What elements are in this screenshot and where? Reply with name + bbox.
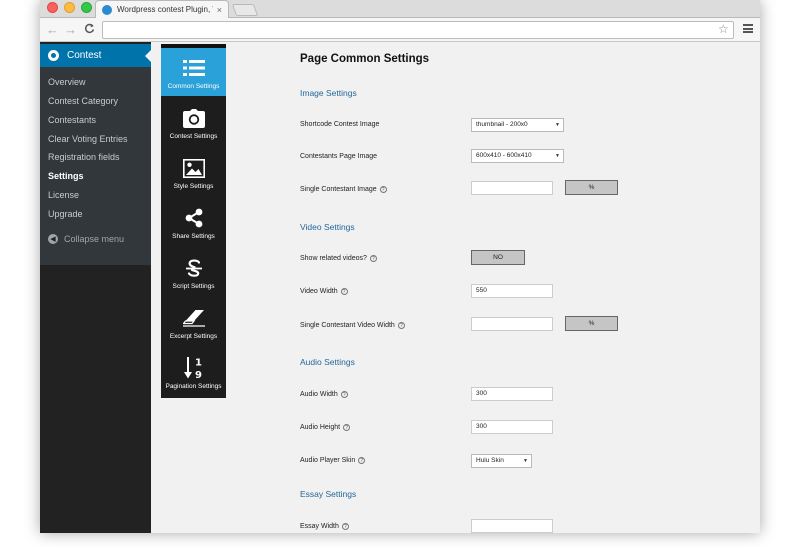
camera-icon: [182, 107, 205, 129]
help-icon[interactable]: ?: [358, 457, 366, 464]
essay-width-input[interactable]: [471, 519, 553, 533]
audio-width-input[interactable]: 300: [471, 387, 553, 401]
help-icon[interactable]: ?: [341, 523, 349, 530]
list-icon: [182, 57, 205, 79]
image-icon: [182, 157, 205, 179]
share-icon: [184, 207, 204, 229]
field-label-shortcode-image: Shortcode Contest Image: [300, 121, 380, 128]
tab-share-settings[interactable]: Share Settings: [161, 198, 226, 246]
tab-label: Excerpt Settings: [169, 333, 218, 340]
plugin-settings-tabs: Common Settings Contest Settings Style S…: [161, 44, 226, 398]
field-label-related-videos: Show related videos??: [300, 255, 377, 262]
collapse-arrow-icon: ◀: [48, 234, 58, 244]
reload-icon[interactable]: [84, 21, 95, 39]
field-label-single-image: Single Contestant Image?: [300, 186, 387, 193]
section-title-image: Image Settings: [300, 88, 357, 98]
submenu-item-upgrade[interactable]: Upgrade: [48, 209, 83, 219]
chevron-down-icon: ▼: [555, 122, 560, 128]
browser-tab[interactable]: Wordpress contest Plugin, W ×: [95, 0, 229, 18]
chevron-down-icon: ▼: [555, 153, 560, 159]
tab-contest-settings[interactable]: Contest Settings: [161, 98, 226, 146]
help-icon[interactable]: ?: [340, 288, 348, 295]
submenu-item-settings[interactable]: Settings: [48, 171, 84, 181]
tab-close-icon[interactable]: ×: [217, 5, 222, 15]
address-bar[interactable]: [102, 21, 734, 39]
tab-label: Common Settings: [167, 83, 220, 90]
sort-numeric-icon: 19: [183, 357, 205, 380]
pagination-icon-digit-top: 1: [195, 358, 202, 369]
strikethrough-s-icon: [184, 257, 204, 279]
browser-window: Wordpress contest Plugin, W × ← → ☆ Cont…: [40, 0, 760, 533]
help-icon[interactable]: ?: [397, 322, 405, 329]
field-label-video-width: Video Width?: [300, 288, 348, 295]
field-label-audio-skin: Audio Player Skin?: [300, 457, 366, 464]
menu-header-label: Contest: [67, 50, 102, 61]
wordpress-favicon-icon: [102, 4, 112, 15]
section-title-audio: Audio Settings: [300, 357, 355, 367]
section-title-video: Video Settings: [300, 222, 355, 232]
tab-label: Script Settings: [172, 283, 215, 290]
help-icon[interactable]: ?: [340, 391, 348, 398]
hamburger-menu-icon[interactable]: [743, 24, 753, 33]
menu-item-contest[interactable]: Contest: [40, 44, 151, 67]
single-image-unit-button[interactable]: %: [565, 180, 618, 195]
browser-toolbar: ← → ☆: [40, 18, 760, 42]
collapse-menu-label: Collapse menu: [64, 234, 125, 244]
back-arrow-icon[interactable]: ←: [46, 21, 59, 39]
field-label-essay-width: Essay Width?: [300, 523, 349, 530]
submenu-item-registration-fields[interactable]: Registration fields: [48, 152, 120, 162]
tab-title: Wordpress contest Plugin, W: [117, 5, 213, 14]
submenu-item-license[interactable]: License: [48, 190, 79, 200]
tab-script-settings[interactable]: Script Settings: [161, 248, 226, 296]
field-label-audio-width: Audio Width?: [300, 391, 348, 398]
gear-icon: [48, 50, 59, 61]
minimize-window-icon[interactable]: [64, 2, 75, 13]
maximize-window-icon[interactable]: [81, 2, 92, 13]
tab-excerpt-settings[interactable]: Excerpt Settings: [161, 298, 226, 346]
field-label-contestants-image: Contestants Page Image: [300, 153, 378, 160]
tab-strip: Wordpress contest Plugin, W ×: [40, 0, 760, 18]
field-label-single-video-width: Single Contestant Video Width?: [300, 322, 405, 329]
section-title-essay: Essay Settings: [300, 489, 357, 499]
video-width-input[interactable]: 550: [471, 284, 553, 298]
single-video-unit-button[interactable]: %: [565, 316, 618, 331]
tab-label: Pagination Settings: [165, 383, 222, 390]
forward-arrow-icon[interactable]: →: [64, 21, 77, 39]
help-icon[interactable]: ?: [369, 255, 377, 262]
bookmark-star-icon[interactable]: ☆: [718, 22, 729, 36]
tab-common-settings[interactable]: Common Settings: [161, 48, 226, 96]
submenu-item-clear-voting[interactable]: Clear Voting Entries: [48, 134, 128, 144]
audio-skin-select[interactable]: Hulu Skin ▼: [471, 454, 532, 468]
new-tab-button[interactable]: [231, 4, 259, 16]
field-label-audio-height: Audio Height?: [300, 424, 351, 431]
collapse-menu-button[interactable]: ◀ Collapse menu: [48, 234, 124, 244]
help-icon[interactable]: ?: [343, 424, 351, 431]
submenu-item-overview[interactable]: Overview: [48, 77, 86, 87]
single-video-width-input[interactable]: [471, 317, 553, 331]
tab-label: Contest Settings: [169, 133, 218, 140]
tab-label: Style Settings: [173, 183, 214, 190]
wp-admin-sidebar: Contest Overview Contest Category Contes…: [40, 42, 151, 533]
close-window-icon[interactable]: [47, 2, 58, 13]
submenu-item-contestants[interactable]: Contestants: [48, 115, 96, 125]
related-videos-toggle[interactable]: NO: [471, 250, 525, 265]
tab-style-settings[interactable]: Style Settings: [161, 148, 226, 196]
pagination-icon-digit-bottom: 9: [195, 370, 202, 380]
page-title: Page Common Settings: [300, 53, 430, 65]
settings-content: Page Common Settings Image Settings Shor…: [226, 42, 760, 533]
submenu-item-contest-category[interactable]: Contest Category: [48, 96, 118, 106]
tab-label: Share Settings: [172, 233, 215, 240]
chevron-down-icon: ▼: [523, 458, 528, 464]
contestants-image-select[interactable]: 600x410 - 600x410 ▼: [471, 149, 564, 163]
shortcode-image-select[interactable]: thumbnail - 200x0 ▼: [471, 118, 564, 132]
tab-pagination-settings[interactable]: 19 Pagination Settings: [161, 348, 226, 396]
eraser-icon: [182, 307, 205, 329]
help-icon[interactable]: ?: [379, 186, 387, 193]
audio-height-input[interactable]: 300: [471, 420, 553, 434]
single-image-input[interactable]: [471, 181, 553, 195]
